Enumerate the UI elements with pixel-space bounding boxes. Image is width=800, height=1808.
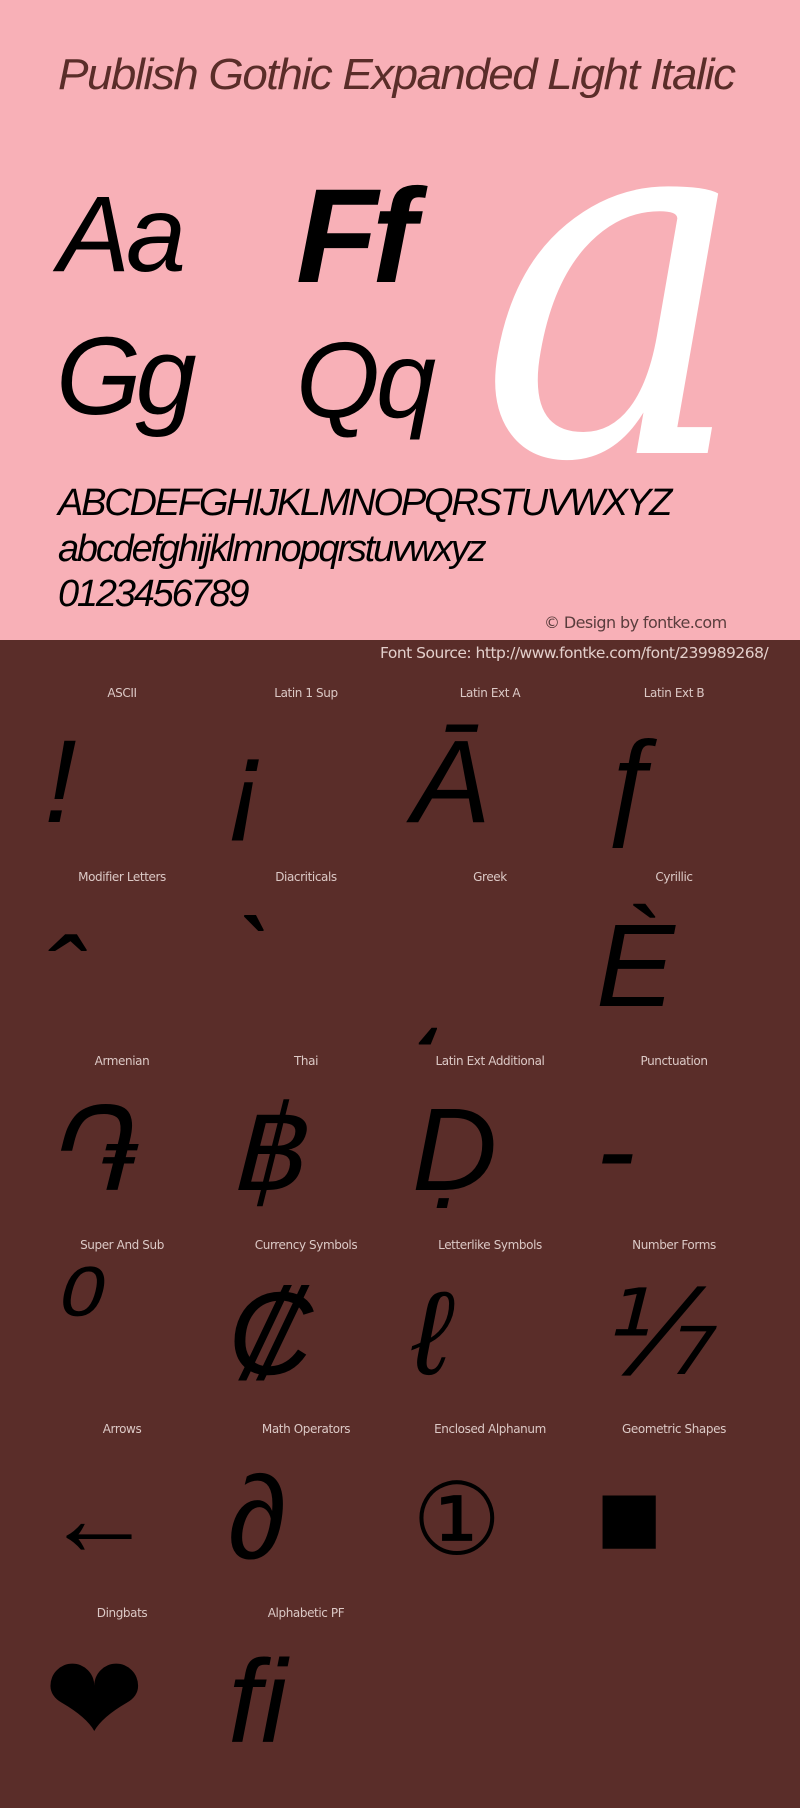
block-cell: Latin Ext A Ā <box>398 686 582 870</box>
block-cell: ASCII! <box>30 686 214 870</box>
uppercase-alphabet: ABCDEFGHIJKLMNOPQRSTUVWXYZ <box>58 482 672 524</box>
block-glyph: ! <box>44 716 77 848</box>
specimen-hero: Publish Gothic Expanded Light Italic Aa … <box>0 0 800 640</box>
block-label: Math Operators <box>261 1422 351 1436</box>
block-glyph: Ḍ <box>412 1084 498 1216</box>
block-cell: Latin Ext Additional Ḍ <box>398 1054 582 1238</box>
block-cell: Cyrillic Ѐ <box>582 870 766 1054</box>
block-cell: Number Forms ⅐ <box>582 1238 766 1422</box>
block-glyph: ₡ <box>228 1268 314 1400</box>
block-label: Number Forms <box>632 1238 716 1252</box>
block-label: ASCII <box>107 686 137 700</box>
block-glyph: ⁰ <box>44 1248 92 1380</box>
block-glyph: ⅐ <box>596 1268 711 1400</box>
block-label: Latin Ext B <box>643 686 705 700</box>
block-glyph: ͵ <box>412 914 452 1046</box>
block-cell: Thai ฿ <box>214 1054 398 1238</box>
block-glyph: ■ <box>596 1456 663 1579</box>
block-glyph: ֏ <box>44 1084 131 1216</box>
block-cell: Armenian ֏ <box>30 1054 214 1238</box>
block-cell: Arrows ← <box>30 1422 214 1606</box>
block-glyph: ∂ <box>228 1452 287 1584</box>
specimen-ff: Ff <box>296 162 417 311</box>
block-label: Arrows <box>102 1422 142 1436</box>
block-cell: Geometric Shapes ■ <box>582 1422 766 1606</box>
block-glyph: ① <box>412 1464 502 1576</box>
block-label: Diacriticals <box>275 870 337 884</box>
block-cell: Latin 1 Sup ¡ <box>214 686 398 870</box>
design-credit: © Design by fontke.com <box>544 613 727 632</box>
block-label: Modifier Letters <box>78 870 166 884</box>
block-label: Dingbats <box>96 1606 148 1620</box>
specimen-aa: Aa <box>58 173 186 294</box>
block-label: Latin Ext Additional <box>435 1054 545 1068</box>
block-cell: Letterlike Symbols ℓ <box>398 1238 582 1422</box>
block-label: Geometric Shapes <box>622 1422 726 1436</box>
block-glyph: Ā <box>412 716 491 848</box>
block-label: Punctuation <box>640 1054 708 1068</box>
specimen-qq: Qq <box>296 319 436 440</box>
block-label: Greek <box>473 870 507 884</box>
block-glyph: ℓ <box>412 1268 451 1400</box>
big-glyph: a <box>480 0 749 571</box>
block-cell: Enclosed Alphanum ① <box>398 1422 582 1606</box>
block-cell: Dingbats ❤ <box>30 1606 214 1790</box>
block-label: Latin Ext A <box>459 686 521 700</box>
block-glyph: Ѐ <box>596 900 675 1032</box>
font-source-link[interactable]: Font Source: http://www.fontke.com/font/… <box>380 644 769 662</box>
block-glyph: ฿ <box>228 1084 304 1216</box>
block-label: Armenian <box>94 1054 150 1068</box>
block-glyph: ƒ <box>596 716 662 848</box>
digits: 0123456789 <box>58 573 250 615</box>
block-label: Enclosed Alphanum <box>434 1422 546 1436</box>
block-cell: Latin Ext B ƒ <box>582 686 766 870</box>
block-label: Latin 1 Sup <box>274 686 338 700</box>
block-cell: Math Operators ∂ <box>214 1422 398 1606</box>
block-glyph: ❤ <box>44 1633 145 1767</box>
block-glyph: ‐ <box>596 1084 636 1216</box>
block-glyph: ˆ <box>44 914 84 1046</box>
block-cell: Alphabetic PF ﬁ <box>214 1606 398 1790</box>
block-glyph: ﬁ <box>228 1636 287 1768</box>
block-cell: Modifier Letters ˆ <box>30 870 214 1054</box>
block-label: Thai <box>293 1054 319 1068</box>
block-cell: Super And Sub ⁰ <box>30 1238 214 1422</box>
block-glyph: ← <box>44 1456 154 1579</box>
lowercase-alphabet: abcdefghijklmnopqrstuvwxyz <box>58 528 487 570</box>
block-cell: Currency Symbols ₡ <box>214 1238 398 1422</box>
block-label: Cyrillic <box>655 870 693 884</box>
block-cell: Diacriticals̀ <box>214 870 398 1054</box>
block-glyph: ¡ <box>228 716 268 848</box>
block-label: Currency Symbols <box>254 1238 358 1252</box>
block-label: Letterlike Symbols <box>438 1238 542 1252</box>
block-label: Alphabetic PF <box>267 1606 345 1620</box>
specimen-gg: Gg <box>56 315 197 438</box>
block-cell: Punctuation ‐ <box>582 1054 766 1238</box>
block-cell: Greek ͵ <box>398 870 582 1054</box>
